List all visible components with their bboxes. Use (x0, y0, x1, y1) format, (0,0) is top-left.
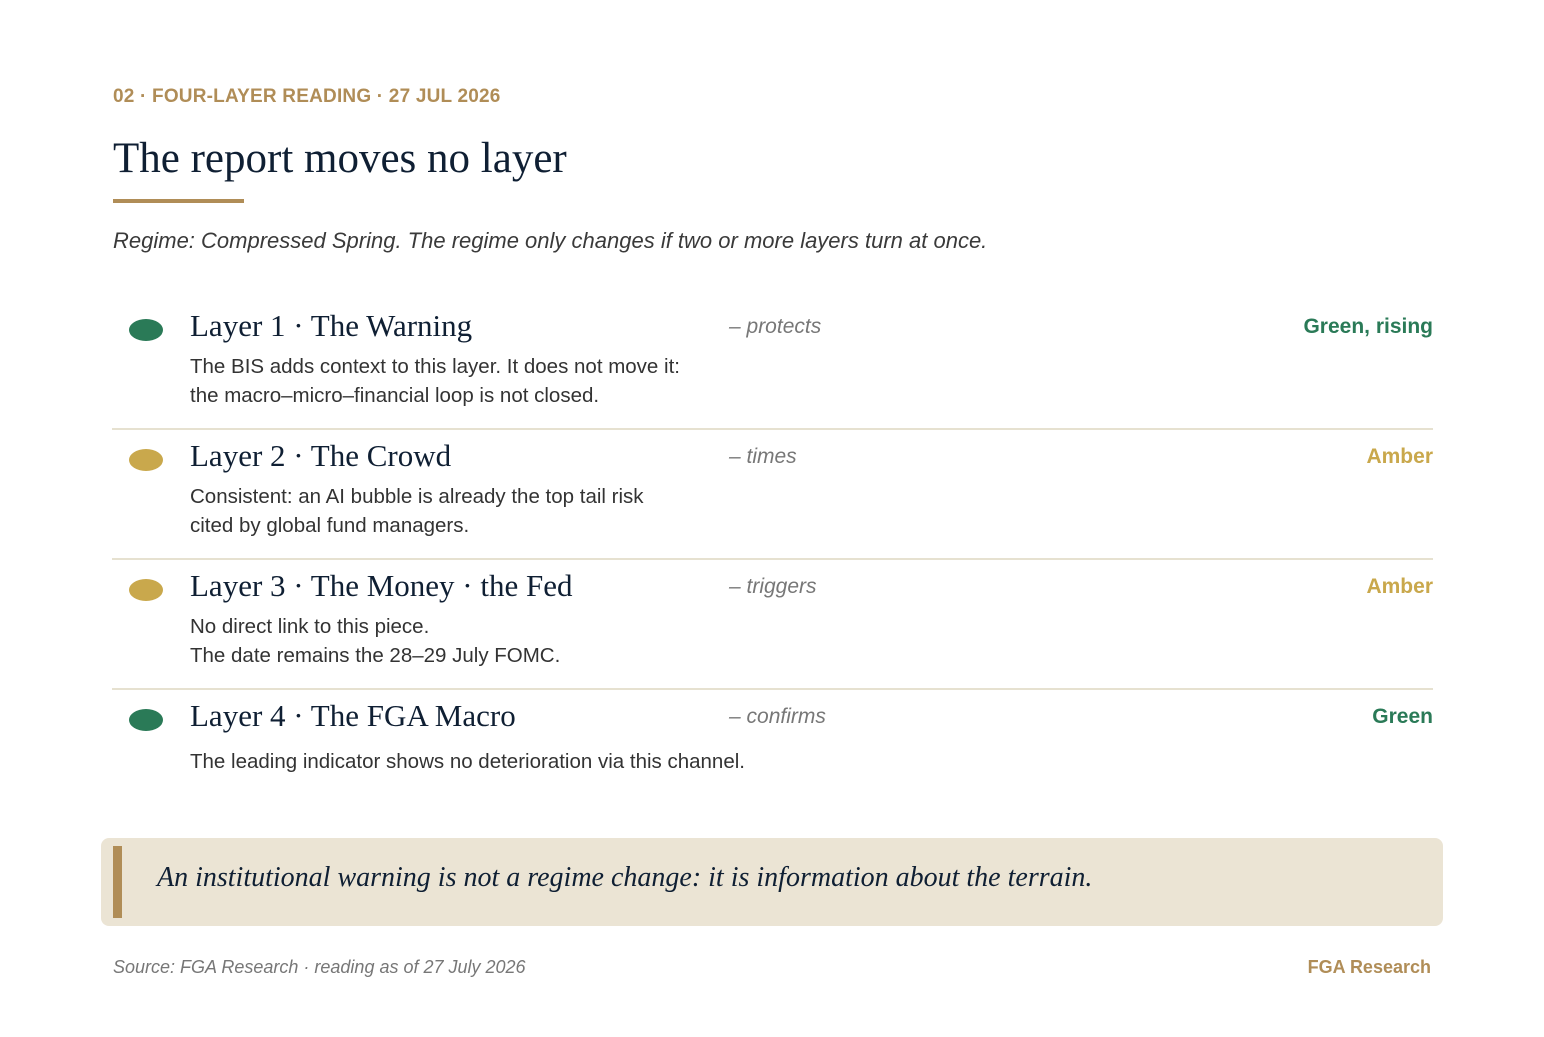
layer-status: Green, rising (1303, 315, 1433, 338)
layer-description: No direct link to this piece. The date r… (190, 612, 560, 670)
layer-row-3: Layer 3 · The Money · the Fed – triggers… (112, 560, 1433, 690)
quote-accent-bar (113, 846, 122, 918)
layer-description-line: the macro–micro–financial loop is not cl… (190, 384, 600, 407)
title-underline (113, 199, 244, 203)
layer-title: Layer 3 · The Money · the Fed (190, 568, 573, 603)
layer-title: Layer 1 · The Warning (190, 308, 473, 343)
quote-text: An institutional warning is not a regime… (157, 862, 1093, 893)
layer-description-line: No direct link to this piece. (190, 615, 430, 638)
layer-role: – triggers (729, 575, 817, 598)
layer-row-1: Layer 1 · The Warning – protects Green, … (112, 300, 1433, 430)
layer-list: Layer 1 · The Warning – protects Green, … (112, 300, 1433, 820)
layer-row-4: Layer 4 · The FGA Macro – confirms Green… (112, 690, 1433, 820)
regime-subtitle: Regime: Compressed Spring. The regime on… (113, 228, 988, 253)
layer-description: The leading indicator shows no deteriora… (190, 747, 745, 776)
page-title: The report moves no layer (113, 135, 567, 182)
layer-status: Amber (1366, 445, 1433, 468)
brand-label: FGA Research (1307, 957, 1431, 977)
layer-title: Layer 2 · The Crowd (190, 438, 452, 473)
layer-role: – protects (729, 315, 822, 338)
source-note: Source: FGA Research · reading as of 27 … (113, 957, 526, 977)
layer-description-line: The BIS adds context to this layer. It d… (190, 355, 680, 378)
layer-role: – confirms (729, 705, 826, 728)
layer-status: Green (1372, 705, 1433, 728)
layer-description-line: Consistent: an AI bubble is already the … (190, 485, 644, 508)
layer-status: Amber (1366, 575, 1433, 598)
layer-description-line: The leading indicator shows no deteriora… (190, 750, 745, 773)
section-eyebrow: 02 · FOUR-LAYER READING · 27 JUL 2026 (113, 86, 501, 107)
status-dot-icon (129, 579, 163, 601)
layer-description-line: cited by global fund managers. (190, 514, 470, 537)
layer-description-line: The date remains the 28–29 July FOMC. (190, 644, 561, 667)
layer-description: The BIS adds context to this layer. It d… (190, 352, 680, 410)
status-dot-icon (129, 319, 163, 341)
callout-quote: An institutional warning is not a regime… (101, 838, 1443, 926)
layer-row-2: Layer 2 · The Crowd – times Amber Consis… (112, 430, 1433, 560)
status-dot-icon (129, 709, 163, 731)
layer-role: – times (729, 445, 797, 468)
layer-title: Layer 4 · The FGA Macro (190, 698, 516, 733)
status-dot-icon (129, 449, 163, 471)
layer-description: Consistent: an AI bubble is already the … (190, 482, 644, 540)
